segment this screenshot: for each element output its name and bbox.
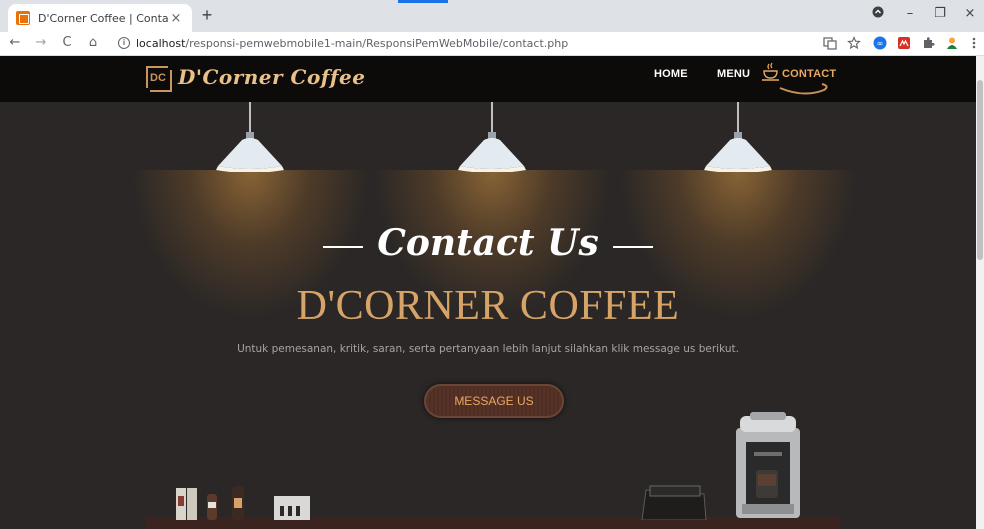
pendant-lamp bbox=[372, 102, 612, 320]
back-button[interactable]: ← bbox=[6, 35, 24, 50]
active-swoosh-icon bbox=[779, 83, 828, 95]
brand-title: D'CORNER COFFEE bbox=[296, 283, 680, 329]
loading-indicator bbox=[398, 0, 448, 3]
new-tab-button[interactable]: + bbox=[196, 5, 218, 26]
lamp-shade-icon bbox=[458, 132, 526, 172]
home-button[interactable]: ⌂ bbox=[84, 35, 102, 50]
logo-text[interactable]: D'Corner Coffee bbox=[178, 65, 365, 89]
puzzle-icon[interactable] bbox=[920, 36, 936, 52]
minimize-button[interactable]: – bbox=[900, 6, 920, 21]
cash-register-image bbox=[641, 485, 707, 520]
tab-title: D'Corner Coffee | Contact bbox=[38, 11, 168, 25]
url-field[interactable]: localhost/responsi-pemwebmobile1-main/Re… bbox=[136, 37, 568, 50]
contact-description: Untuk pemesanan, kritik, saran, serta pe… bbox=[237, 343, 739, 355]
url-path: /responsi-pemwebmobile1-main/ResponsiPem… bbox=[185, 37, 569, 50]
nav-home[interactable]: HOME bbox=[654, 68, 688, 80]
restore-button[interactable]: ❐ bbox=[930, 6, 950, 21]
message-us-button[interactable]: MESSAGE US bbox=[424, 384, 564, 418]
product-bottles-image bbox=[176, 486, 310, 520]
url-host: localhost bbox=[136, 37, 186, 50]
contact-heading: Contact Us bbox=[0, 222, 976, 264]
coffee-machine-image bbox=[736, 412, 800, 518]
close-window-button[interactable]: × bbox=[960, 6, 980, 21]
lamp-shade-icon bbox=[216, 132, 284, 172]
browser-toolbar: ← → C ⌂ i localhost/responsi-pemwebmobil… bbox=[0, 32, 984, 56]
scrollbar-thumb[interactable] bbox=[977, 80, 983, 260]
reload-button[interactable]: C bbox=[58, 35, 76, 50]
translate-icon[interactable] bbox=[822, 36, 838, 52]
heading-text: Contact Us bbox=[377, 222, 599, 264]
logo-mark[interactable]: DC bbox=[146, 66, 172, 92]
svg-text:∞: ∞ bbox=[877, 39, 884, 48]
favicon-icon bbox=[16, 11, 30, 25]
ext-infinity-icon[interactable]: ∞ bbox=[872, 36, 888, 52]
lamp-shade-icon bbox=[704, 132, 772, 172]
browser-tab[interactable]: D'Corner Coffee | Contact × bbox=[8, 4, 192, 32]
site-info-icon[interactable]: i bbox=[118, 37, 130, 49]
site-navbar: DC D'Corner Coffee HOME MENU CONTACT bbox=[0, 56, 976, 102]
pendant-lamp bbox=[130, 102, 370, 320]
account-icon[interactable] bbox=[868, 6, 888, 22]
heading-rule-right bbox=[612, 246, 653, 248]
tab-close-icon[interactable]: × bbox=[168, 11, 184, 26]
heading-rule-left bbox=[323, 246, 364, 248]
page-scrollbar[interactable] bbox=[976, 56, 984, 529]
browser-tab-bar: D'Corner Coffee | Contact × + – ❐ × bbox=[0, 0, 984, 32]
forward-button[interactable]: → bbox=[32, 35, 50, 50]
ext-red-icon[interactable] bbox=[896, 36, 912, 52]
page-content: DC D'Corner Coffee HOME MENU CONTACT Con… bbox=[0, 56, 976, 529]
nav-menu[interactable]: MENU bbox=[717, 68, 750, 80]
star-icon[interactable] bbox=[846, 36, 862, 52]
profile-icon[interactable] bbox=[944, 36, 960, 52]
menu-icon[interactable] bbox=[966, 36, 982, 52]
pendant-lamp bbox=[618, 102, 858, 320]
